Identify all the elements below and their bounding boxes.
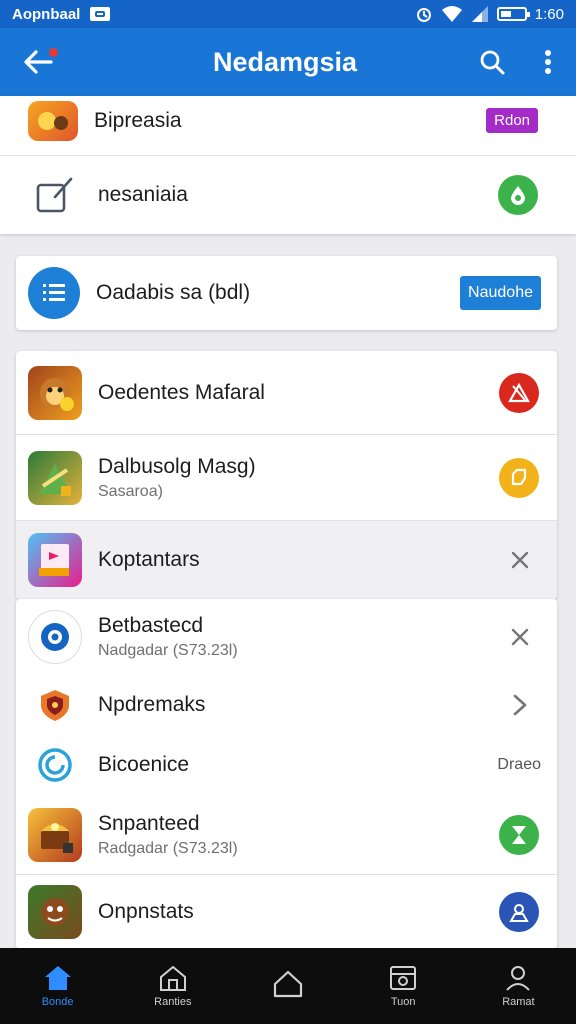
bottom-navigation: Bonde Ranties Tuon Ramat	[0, 948, 576, 1024]
nav-label: Ranties	[154, 996, 192, 1008]
item-name: Betbastecd	[98, 614, 204, 637]
list-item[interactable]: Npdremaks	[16, 675, 557, 735]
nav-item-ranties[interactable]: Ranties	[115, 948, 230, 1024]
main-list: Oedentes Mafaral Dalbusolg Masg) Sasaroa…	[16, 351, 557, 599]
list-icon	[28, 267, 80, 319]
home-outline-icon	[159, 965, 186, 991]
book-app-icon	[28, 533, 82, 587]
location-button[interactable]	[499, 892, 539, 932]
adventure-game-icon	[28, 450, 82, 505]
item-name: Npdremaks	[98, 693, 206, 716]
item-name: Snpanteed	[98, 811, 200, 835]
shield-app-icon	[28, 678, 82, 732]
featured-card: Oadabis sa (bdl) Naudohe	[16, 256, 557, 330]
item-subtitle: Nadgadar (S73.23l)	[98, 642, 238, 659]
alarm-icon	[416, 8, 431, 22]
item-subtitle: Sasaroa)	[98, 482, 163, 500]
list-item[interactable]: Snpanteed Radgadar (S73.23l)	[16, 795, 557, 875]
search-button[interactable]	[464, 28, 520, 96]
battery-icon	[496, 7, 530, 21]
featured-item[interactable]: Oadabis sa (bdl) Naudohe	[16, 256, 557, 330]
item-name: Oedentes Mafaral	[98, 380, 265, 404]
nav-item-profile[interactable]: Ramat	[461, 948, 576, 1024]
monkey-game-icon	[28, 365, 82, 420]
more-button[interactable]	[520, 28, 576, 96]
item-name: Koptantars	[98, 548, 200, 571]
list-item[interactable]: Oedentes Mafaral	[16, 351, 557, 435]
warning-triangle-icon	[508, 382, 530, 402]
item-name: Onpnstats	[98, 900, 194, 923]
location-icon	[509, 904, 529, 922]
item-subtitle: Radgadar (S73.23l)	[98, 839, 238, 857]
featured-name: Oadabis sa (bdl)	[96, 281, 251, 304]
list-item[interactable]: Bipreasia Rdon	[0, 96, 576, 156]
more-vert-icon	[545, 50, 551, 74]
home-icon	[44, 966, 71, 990]
list-item[interactable]: Bicoenice Draeo	[16, 735, 557, 795]
game-app-icon	[28, 100, 78, 141]
item-name: Bicoenice	[98, 753, 190, 776]
back-button[interactable]	[0, 28, 76, 96]
list-item[interactable]: Betbastecd Nadgadar (S73.23l)	[16, 599, 557, 675]
notification-icon	[90, 7, 111, 21]
treasure-game-icon	[28, 807, 82, 862]
tag-icon	[511, 468, 527, 485]
nav-item-center[interactable]	[230, 948, 345, 1024]
nav-item-tuon[interactable]: Tuon	[346, 948, 461, 1024]
signal-icon	[471, 6, 488, 22]
status-bar: Aopnbaal 1:60	[0, 0, 576, 28]
hourglass-icon	[512, 825, 526, 844]
profile-icon	[506, 966, 531, 991]
house-icon	[273, 970, 303, 998]
wifi-icon	[441, 6, 462, 22]
list-item[interactable]: Onpnstats	[16, 875, 557, 949]
status-icons: 1:60	[415, 5, 564, 23]
tag-button[interactable]	[499, 457, 539, 498]
edit-icon	[28, 168, 82, 222]
top-list: Bipreasia Rdon nesaniaia	[0, 96, 576, 234]
nav-label: Tuon	[390, 996, 416, 1008]
media-icon	[390, 966, 417, 990]
carrier-label: Aopnbaal	[12, 5, 81, 23]
list-item[interactable]: nesaniaia	[0, 156, 576, 234]
app-bar: Nedamgsia	[0, 28, 576, 96]
nav-label: Bonde	[41, 996, 74, 1008]
notification-dot	[49, 48, 58, 57]
item-name: Bipreasia	[94, 108, 182, 132]
clock: 1:60	[534, 5, 564, 23]
item-name: Dalbusolg Masg)	[98, 454, 256, 478]
chevron-right-icon[interactable]	[513, 694, 527, 716]
item-name: nesaniaia	[98, 183, 188, 206]
list-item[interactable]: Dalbusolg Masg) Sasaroa)	[16, 435, 557, 521]
download-drop-icon	[511, 186, 525, 205]
alert-button[interactable]	[499, 372, 539, 413]
featured-button[interactable]: Naudohe	[460, 276, 541, 310]
close-icon[interactable]	[511, 628, 529, 646]
search-icon	[480, 50, 505, 75]
nav-item-home[interactable]: Bonde	[0, 948, 115, 1024]
timer-button[interactable]	[499, 814, 539, 855]
character-game-icon	[28, 885, 82, 939]
download-button[interactable]	[498, 175, 538, 215]
list-item[interactable]: Koptantars	[16, 521, 557, 599]
lower-list: Betbastecd Nadgadar (S73.23l) Npdremaks …	[16, 599, 557, 949]
status-badge: Rdon	[486, 108, 538, 133]
close-icon[interactable]	[511, 551, 529, 569]
swirl-app-icon	[28, 610, 82, 664]
spiral-app-icon	[28, 738, 82, 792]
nav-label: Ramat	[502, 996, 535, 1008]
page-title: Nedamgsia	[212, 46, 358, 77]
item-trailing-text: Draeo	[497, 756, 541, 773]
